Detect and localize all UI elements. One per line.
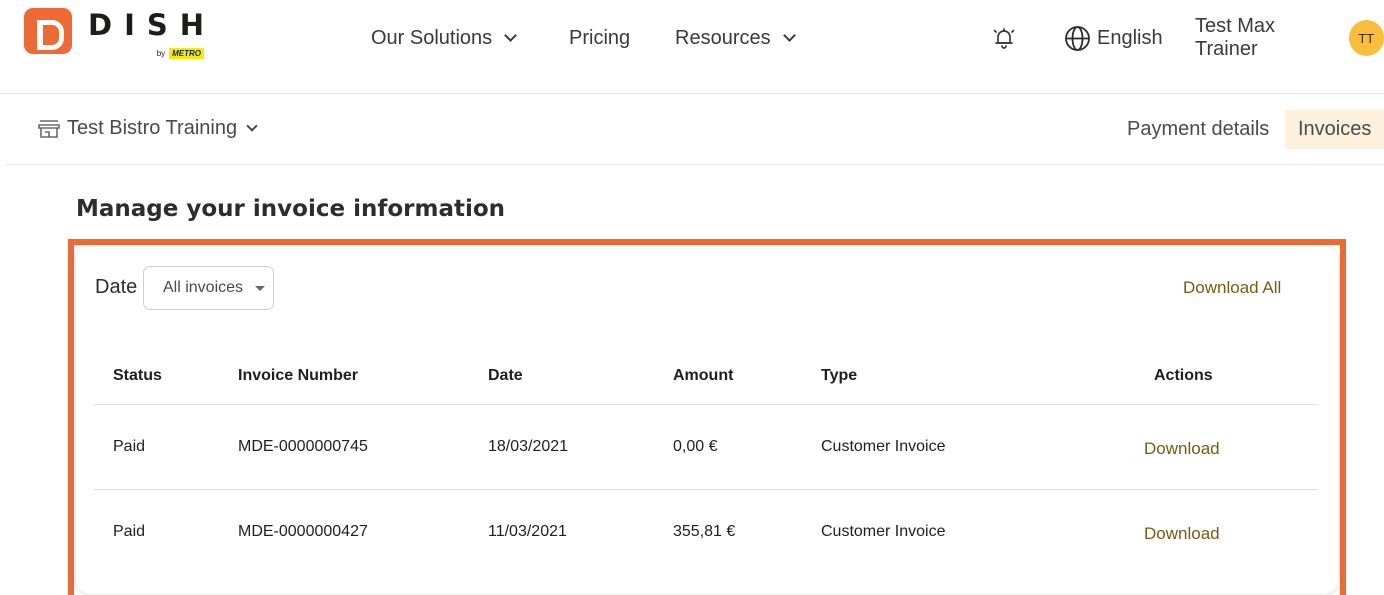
logo-text: DISH by METRO [88,8,205,59]
language-selector[interactable]: English [1064,24,1163,52]
download-invoice-link[interactable]: Download [1144,524,1220,544]
nav-our-solutions[interactable]: Our Solutions [371,24,518,52]
invoice-card: Date All invoices Download All Status In… [76,246,1338,594]
nav-resources-label: Resources [675,26,771,49]
invoice-number: MDE-0000000745 [238,438,368,455]
chevron-down-icon [246,120,258,132]
user-menu[interactable]: Test Max Trainer TT [1195,15,1384,60]
header-type: Type [821,367,858,384]
table-header: Status Invoice Number Date Amount Type A… [94,350,1318,405]
invoice-status: Paid [113,523,146,540]
invoice-type: Customer Invoice [821,438,946,455]
header-invoice-number: Invoice Number [238,367,359,384]
header-amount: Amount [673,367,734,384]
chevron-down-icon [782,29,796,42]
download-invoice-link[interactable]: Download [1144,439,1220,459]
venue-name: Test Bistro Training [67,117,238,139]
avatar: TT [1348,20,1384,56]
page-title: Manage your invoice information [76,196,506,222]
tab-invoices-label: Invoices [1298,118,1372,140]
metro-logo: METRO [169,48,205,59]
invoice-date: 11/03/2021 [488,523,567,540]
header-actions: Actions [1154,367,1213,384]
table-row: Paid MDE-0000000745 18/03/2021 0,00 € Cu… [94,405,1318,490]
brand-by: by [156,49,166,58]
nav-our-solutions-label: Our Solutions [371,26,493,49]
invoice-type: Customer Invoice [821,523,946,540]
dish-logo[interactable]: DISH by METRO [24,8,205,59]
notification-bell-icon[interactable] [990,24,1018,52]
chevron-down-icon [504,29,518,42]
date-filter-label: Date [95,276,138,298]
date-filter-value: All invoices [163,279,244,296]
brand-name: DISH [88,8,217,42]
nav-pricing-label: Pricing [569,26,631,49]
header-status: Status [113,367,162,384]
invoice-date: 18/03/2021 [488,438,569,455]
download-all-button[interactable]: Download All [1183,278,1281,298]
brand-byline: by METRO [156,48,205,59]
caret-down-icon [255,286,265,291]
tab-invoices[interactable]: Invoices [1285,110,1384,149]
date-filter-select[interactable]: All invoices [143,266,274,310]
invoice-number: MDE-0000000427 [238,523,368,540]
nav-pricing[interactable]: Pricing [569,24,630,52]
header-date: Date [488,367,523,384]
globe-icon [1065,25,1090,51]
venue-selector[interactable]: Test Bistro Training [38,117,258,140]
nav-resources[interactable]: Resources [675,24,796,52]
language-label: English [1097,26,1163,49]
user-name: Test Max Trainer [1195,15,1276,60]
invoice-amount: 0,00 € [673,438,718,455]
table-row: Paid MDE-0000000427 11/03/2021 355,81 € … [94,490,1318,575]
sub-navigation: Test Bistro Training Payment details Inv… [6,95,1384,165]
invoice-amount: 355,81 € [673,523,736,540]
tab-payment-details[interactable]: Payment details [1115,110,1281,149]
tab-payment-details-label: Payment details [1127,118,1270,140]
invoice-status: Paid [113,438,146,455]
store-icon [38,119,60,138]
top-navigation: DISH by METRO Our Solutions Pricing Reso… [0,0,1384,94]
dish-logo-icon [24,8,72,54]
